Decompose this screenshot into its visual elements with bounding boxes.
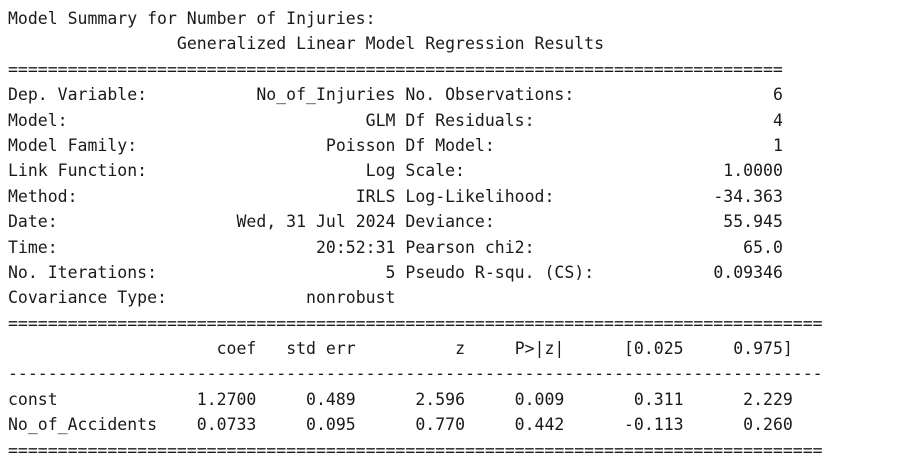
info-value: nonrobust	[306, 288, 396, 308]
coef-value: 0.009	[514, 389, 565, 409]
coef-header-row: coef std err z P>|z| [0.025 0.975]	[8, 336, 908, 361]
info-label: Scale:	[405, 161, 465, 181]
info-value: Poisson	[325, 135, 396, 155]
table-row: No_of_Accidents 0.0733 0.095 0.770 0.442…	[8, 412, 908, 437]
title-line: Generalized Linear Model Regression Resu…	[8, 31, 908, 56]
info-value: 6	[772, 85, 783, 105]
info-value: 1.0000	[723, 161, 783, 181]
coef-value: 0.095	[306, 415, 356, 435]
info-label: Df Residuals:	[405, 110, 535, 130]
variable-name: No_of_Accidents	[8, 415, 158, 435]
info-value: 55.945	[723, 212, 783, 232]
column-header: z	[455, 339, 466, 359]
info-row: Time: 20:52:31 Pearson chi2: 65.0	[8, 235, 908, 260]
info-label: Method:	[8, 186, 78, 206]
info-value: IRLS	[355, 186, 396, 206]
info-row: Link Function: Log Scale: 1.0000	[8, 158, 908, 183]
info-label: Log-Likelihood:	[405, 186, 555, 206]
separator-double: ========================================…	[8, 440, 823, 460]
coef-value: 1.2700	[196, 389, 257, 409]
info-value: 65.0	[743, 237, 783, 257]
regression-summary-output: Model Summary for Number of Injuries: Ge…	[0, 0, 908, 463]
column-header: std err	[286, 339, 356, 359]
info-value: 4	[772, 110, 783, 130]
info-row: Method: IRLS Log-Likelihood: -34.363	[8, 184, 908, 209]
table-row: const 1.2700 0.489 2.596 0.009 0.311 2.2…	[8, 387, 908, 412]
info-label: No. Iterations:	[8, 262, 158, 282]
info-value: Wed, 31 Jul 2024	[236, 212, 396, 232]
info-row: Dep. Variable: No_of_Injuries No. Observ…	[8, 82, 908, 107]
info-label: Date:	[8, 212, 58, 232]
coef-value: 0.260	[743, 415, 793, 435]
info-label: Dep. Variable:	[8, 85, 148, 105]
coef-value: 0.311	[633, 389, 684, 409]
summary-heading: Model Summary for Number of Injuries:	[8, 9, 376, 28]
coef-value: 2.596	[415, 389, 465, 409]
separator-single: ----------------------------------------…	[8, 364, 823, 384]
info-value: 5	[385, 262, 396, 282]
column-header: coef	[216, 339, 257, 359]
info-label: Model:	[8, 110, 68, 130]
info-label: Link Function:	[8, 161, 148, 181]
info-label: Deviance:	[405, 212, 495, 232]
info-row: Date: Wed, 31 Jul 2024 Deviance: 55.945	[8, 209, 908, 234]
coef-value: 0.0733	[196, 415, 257, 435]
info-value: No_of_Injuries	[256, 85, 396, 105]
variable-name: const	[8, 389, 58, 409]
coef-value: 0.489	[306, 389, 356, 409]
info-label: Covariance Type:	[8, 288, 167, 308]
info-row: Covariance Type: nonrobust	[8, 285, 908, 310]
info-label: Pseudo R-squ. (CS):	[405, 262, 595, 282]
heading-line: Model Summary for Number of Injuries:	[8, 6, 908, 31]
info-label: Time:	[8, 237, 58, 257]
coef-value: 0.770	[415, 415, 465, 435]
info-row: Model: GLM Df Residuals: 4	[8, 108, 908, 133]
info-value: -34.363	[713, 186, 783, 206]
info-label: Model Family:	[8, 135, 138, 155]
column-header: 0.975]	[733, 339, 793, 359]
info-label: No. Observations:	[405, 85, 575, 105]
info-value: 20:52:31	[315, 237, 396, 257]
info-value: GLM	[365, 110, 396, 130]
info-label: Pearson chi2:	[405, 237, 535, 257]
column-header: [0.025	[623, 339, 684, 359]
info-row: No. Iterations: 5 Pseudo R-squ. (CS): 0.…	[8, 260, 908, 285]
coef-value: 2.229	[743, 389, 793, 409]
column-header: P>|z|	[514, 339, 565, 359]
info-value: 1	[772, 135, 783, 155]
info-value: Log	[365, 161, 396, 181]
summary-title: Generalized Linear Model Regression Resu…	[176, 34, 605, 54]
info-label: Df Model:	[405, 135, 495, 155]
coef-value: 0.442	[514, 415, 565, 435]
separator-double: ========================================…	[8, 59, 783, 79]
info-row: Model Family: Poisson Df Model: 1	[8, 133, 908, 158]
separator-double: ========================================…	[8, 313, 823, 333]
info-value: 0.09346	[713, 262, 783, 282]
coef-value: -0.113	[623, 415, 684, 435]
